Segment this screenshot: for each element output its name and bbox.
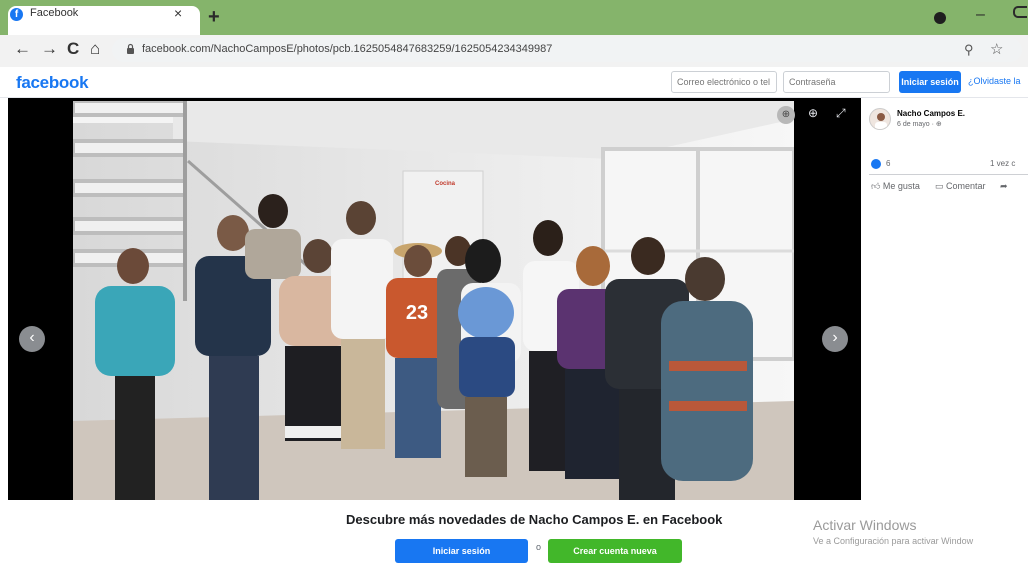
login-button[interactable]: Iniciar sesión xyxy=(899,71,961,93)
zoom-in-icon[interactable]: ⊕ xyxy=(808,106,818,120)
divider xyxy=(869,174,1028,175)
zoom-icon[interactable]: ⚲ xyxy=(964,42,974,58)
kitchen-sign: Cocina xyxy=(435,181,456,187)
share-button[interactable]: ➦ xyxy=(1000,181,1008,192)
window-minimize-button[interactable]: – xyxy=(976,6,985,24)
tab-close-icon[interactable]: × xyxy=(174,5,182,21)
home-button[interactable]: ⌂ xyxy=(90,39,100,59)
post-date[interactable]: 6 de mayo · ⊕ xyxy=(897,120,942,128)
thumbs-up-icon: 👍︎ xyxy=(871,181,883,191)
new-tab-button[interactable]: + xyxy=(208,6,220,28)
zoom-overlay-icon[interactable]: ⊕ xyxy=(777,106,795,124)
windows-activation-title: Activar Windows xyxy=(813,517,917,533)
window-maximize-button[interactable] xyxy=(1013,6,1027,18)
like-label: Me gusta xyxy=(882,181,920,191)
back-button[interactable]: ← xyxy=(14,39,31,59)
forward-button[interactable]: → xyxy=(41,39,58,59)
facebook-favicon-icon: f xyxy=(10,8,23,21)
post-photo[interactable]: 23 Cocina xyxy=(73,101,794,500)
post-author[interactable]: Nacho Campos E. xyxy=(897,109,965,118)
footer-login-button[interactable]: Iniciar sesión xyxy=(395,539,528,563)
reaction-count[interactable]: 6 xyxy=(886,159,890,168)
share-icon: ➦ xyxy=(1000,181,1008,191)
bookmark-star-icon[interactable]: ☆ xyxy=(990,40,1003,58)
fullscreen-icon[interactable]: ⤢ xyxy=(836,106,846,121)
email-field[interactable] xyxy=(671,71,777,93)
create-account-button[interactable]: Crear cuenta nueva xyxy=(548,539,682,563)
previous-photo-button[interactable]: ‹ xyxy=(19,326,45,352)
comment-icon: ▭ xyxy=(935,181,947,191)
discover-heading: Descubre más novedades de Nacho Campos E… xyxy=(346,512,723,527)
url-text[interactable]: facebook.com/NachoCamposE/photos/pcb.162… xyxy=(142,43,552,55)
facebook-logo[interactable]: facebook xyxy=(16,73,89,93)
share-count[interactable]: 1 vez c xyxy=(990,159,1015,168)
forgot-password-link[interactable]: ¿Olvidaste la xyxy=(968,76,1021,86)
lock-icon xyxy=(127,43,134,54)
comment-button[interactable]: ▭ Comentar xyxy=(935,181,986,192)
reload-button[interactable]: C xyxy=(67,39,79,59)
comment-label: Comentar xyxy=(946,181,986,191)
like-button[interactable]: 👍︎ Me gusta xyxy=(871,181,920,192)
next-photo-button[interactable]: › xyxy=(822,326,848,352)
avatar[interactable] xyxy=(869,108,891,130)
profile-icon[interactable] xyxy=(934,12,946,24)
windows-activation-subtitle: Ve a Configuración para activar Window xyxy=(813,536,974,546)
or-separator: o xyxy=(536,542,542,552)
password-field[interactable] xyxy=(783,71,890,93)
like-reaction-icon xyxy=(871,159,881,169)
tab-title: Facebook xyxy=(30,7,79,19)
shirt-number: 23 xyxy=(406,302,428,324)
group-photo-illustration: 23 Cocina xyxy=(73,101,794,500)
